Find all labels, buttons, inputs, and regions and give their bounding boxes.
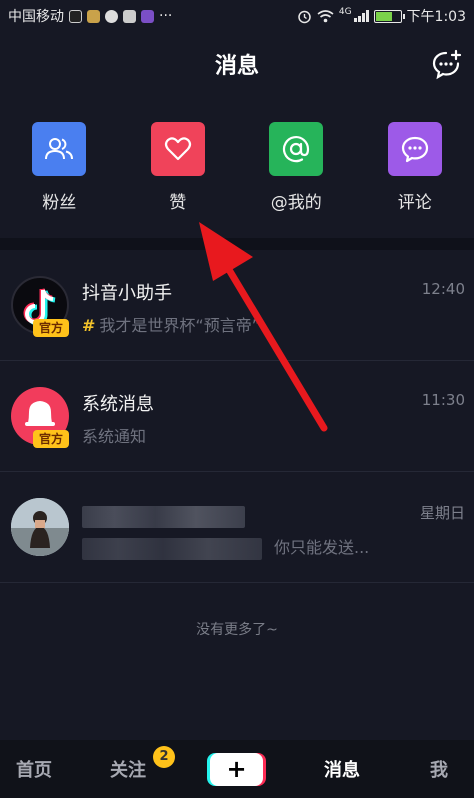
nav-messages[interactable]: 消息 <box>324 756 360 782</box>
nav-follow[interactable]: 关注 <box>110 756 146 782</box>
nav-home[interactable]: 首页 <box>16 756 52 782</box>
plus-icon: + <box>210 753 263 786</box>
bottom-nav: 首页 关注 2 + 消息 我 <box>0 740 474 798</box>
red-arrow-annotation <box>199 222 328 432</box>
nav-me[interactable]: 我 <box>430 756 448 782</box>
create-button[interactable]: + <box>207 753 266 786</box>
follow-badge: 2 <box>153 746 175 768</box>
